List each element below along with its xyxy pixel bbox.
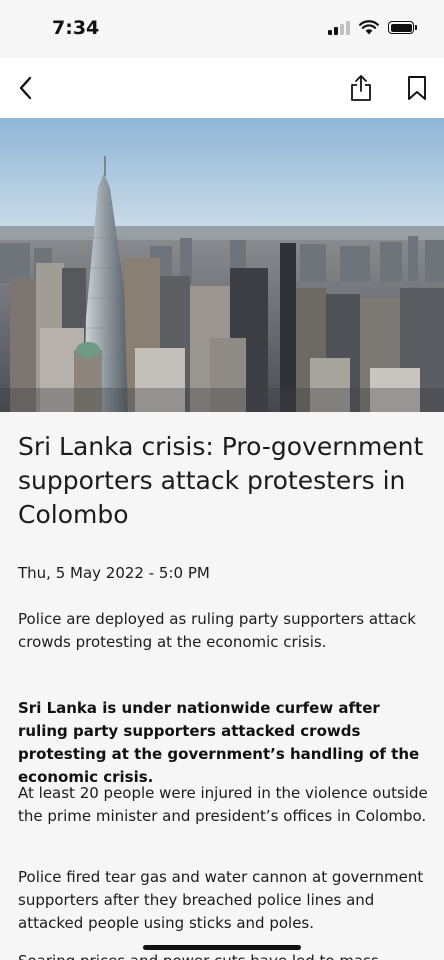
- article-body: Sri Lanka crisis: Pro-government support…: [0, 412, 444, 960]
- city-skyline-photo: [0, 118, 444, 412]
- article-paragraph: Soaring prices and power cuts have led t…: [18, 950, 428, 960]
- bookmark-icon: [408, 76, 426, 100]
- article-screen: 7:34 Sri Lanka crisis: Pro-government su…: [0, 0, 444, 960]
- signal-icon: [328, 20, 350, 35]
- bookmark-button[interactable]: [397, 68, 437, 108]
- wifi-icon: [359, 20, 379, 35]
- chevron-left-icon: [19, 76, 32, 100]
- article-paragraph: Police fired tear gas and water cannon a…: [18, 868, 424, 932]
- article-date: Thu, 5 May 2022 - 5:0 PM: [18, 564, 210, 582]
- home-indicator[interactable]: [143, 945, 301, 950]
- article-lead: Sri Lanka is under nationwide curfew aft…: [18, 699, 420, 786]
- battery-icon: [388, 21, 417, 34]
- navigation-bar: [0, 58, 444, 118]
- article-headline: Sri Lanka crisis: Pro-government support…: [18, 432, 424, 529]
- hero-image: [0, 118, 444, 412]
- article-summary: Police are deployed as ruling party supp…: [18, 610, 416, 651]
- back-button[interactable]: [6, 68, 46, 108]
- share-button[interactable]: [341, 68, 381, 108]
- status-bar: 7:34: [0, 0, 444, 58]
- status-icons: [328, 20, 417, 35]
- status-time: 7:34: [52, 17, 100, 39]
- article-paragraph: At least 20 people were injured in the v…: [18, 784, 428, 825]
- share-icon: [351, 75, 371, 101]
